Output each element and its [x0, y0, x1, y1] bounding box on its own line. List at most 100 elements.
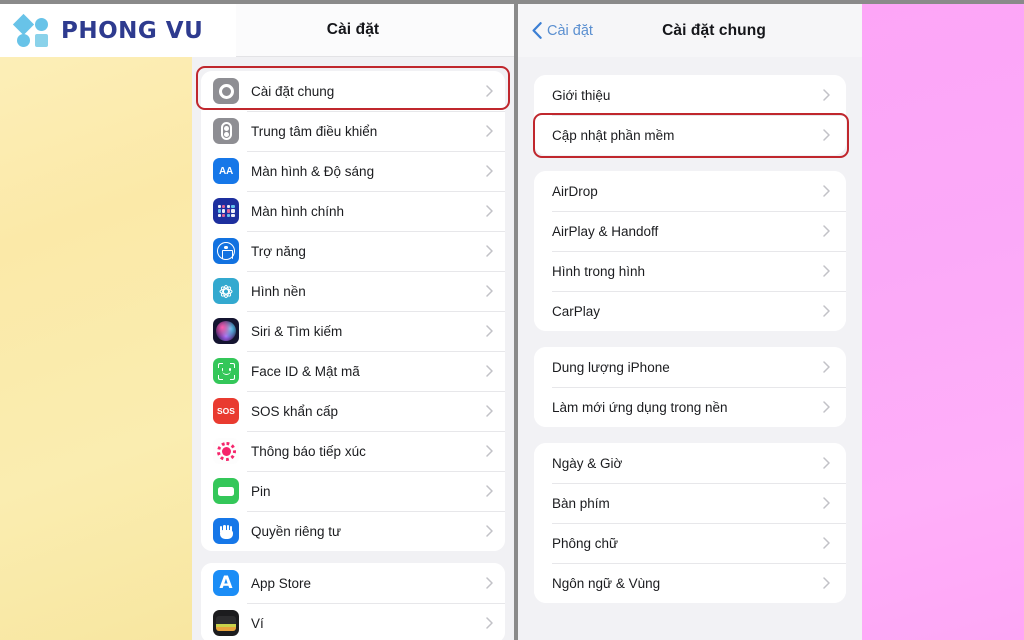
chevron-right-icon [486, 205, 493, 217]
chevron-right-icon [823, 497, 830, 509]
settings-row-label: Quyền riêng tư [251, 523, 342, 539]
chevron-right-icon [823, 457, 830, 469]
settings-row[interactable]: Phông chữ [534, 523, 846, 563]
settings-row[interactable]: Thông báo tiếp xúc [201, 431, 505, 471]
settings-row[interactable]: Cài đặt chung [201, 71, 505, 111]
settings-row-label: SOS khẩn cấp [251, 403, 339, 419]
settings-row-label: Siri & Tìm kiếm [251, 323, 343, 339]
settings-row[interactable]: A App Store [201, 563, 505, 603]
settings-row[interactable]: Bàn phím [534, 483, 846, 523]
settings-row-label: Ví [251, 615, 264, 631]
settings-row-label: Cập nhật phần mềm [552, 127, 675, 143]
face-id-icon [213, 358, 239, 384]
app-store-icon: A [213, 570, 239, 596]
settings-row[interactable]: Trung tâm điều khiển [201, 111, 505, 151]
settings-row[interactable]: Dung lượng iPhone [534, 347, 846, 387]
chevron-right-icon [486, 617, 493, 629]
settings-row[interactable]: Face ID & Mật mã [201, 351, 505, 391]
gear-icon [213, 78, 239, 104]
accessibility-icon [213, 238, 239, 264]
settings-row-label: App Store [251, 575, 312, 591]
brand-logo-card: PHONG VU [0, 4, 236, 57]
sos-icon: SOS [213, 398, 239, 424]
privacy-hand-icon [213, 518, 239, 544]
background-right-pink [862, 0, 1024, 640]
settings-row-label: Cài đặt chung [251, 83, 335, 99]
settings-row[interactable]: AirDrop [534, 171, 846, 211]
settings-row[interactable]: Siri & Tìm kiếm [201, 311, 505, 351]
settings-row-label: AirPlay & Handoff [552, 223, 659, 239]
chevron-right-icon [486, 485, 493, 497]
settings-row[interactable]: Hình nền [201, 271, 505, 311]
chevron-right-icon [823, 129, 830, 141]
settings-row[interactable]: AirPlay & Handoff [534, 211, 846, 251]
general-group-locale: Ngày & Giờ Bàn phím Phông chữ Ngôn ngữ & Vù… [534, 443, 846, 603]
chevron-right-icon [486, 245, 493, 257]
right-navbar: Cài đặt Cài đặt chung [518, 4, 862, 57]
settings-row[interactable]: Làm mới ứng dụng trong nền [534, 387, 846, 427]
settings-group-main: Cài đặt chung Trung tâm điều khiển AA Màn h… [201, 71, 505, 551]
settings-row-label: Giới thiệu [552, 87, 611, 103]
settings-row[interactable]: Ví [201, 603, 505, 640]
settings-row[interactable]: Màn hình chính [201, 191, 505, 231]
settings-row-label: Phông chữ [552, 535, 619, 551]
panel-divider [514, 0, 518, 640]
siri-icon [213, 318, 239, 344]
settings-row-label: CarPlay [552, 303, 601, 319]
settings-row[interactable]: Trợ năng [201, 231, 505, 271]
settings-row-label: Màn hình & Độ sáng [251, 163, 375, 179]
settings-list-panel: Cài đặt Cài đặt chung Trung tâm điều khiể… [192, 4, 514, 640]
general-group-about: Giới thiệu Cập nhật phần mềm [534, 75, 846, 155]
chevron-right-icon [823, 89, 830, 101]
settings-row-label: Face ID & Mật mã [251, 363, 360, 379]
chevron-right-icon [486, 325, 493, 337]
settings-row[interactable]: CarPlay [534, 291, 846, 331]
general-group-sharing: AirDrop AirPlay & Handoff Hình trong hình C… [534, 171, 846, 331]
right-scroll-area[interactable]: Giới thiệu Cập nhật phần mềm AirDrop AirPl… [518, 75, 862, 603]
chevron-right-icon [486, 85, 493, 97]
settings-row-label: Thông báo tiếp xúc [251, 443, 366, 459]
chevron-right-icon [486, 125, 493, 137]
wallet-icon [213, 610, 239, 636]
settings-row[interactable]: AA Màn hình & Độ sáng [201, 151, 505, 191]
settings-row[interactable]: Quyền riêng tư [201, 511, 505, 551]
left-navbar: Cài đặt [192, 4, 514, 57]
settings-row[interactable]: Ngày & Giờ [534, 443, 846, 483]
chevron-right-icon [486, 577, 493, 589]
battery-icon [213, 478, 239, 504]
exposure-notification-icon [213, 438, 239, 464]
settings-row[interactable]: Giới thiệu [534, 75, 846, 115]
settings-row-label: Trung tâm điều khiển [251, 123, 378, 139]
chevron-right-icon [823, 361, 830, 373]
wallpaper-icon [213, 278, 239, 304]
settings-row-label: Bàn phím [552, 495, 610, 511]
right-navbar-title: Cài đặt chung [662, 21, 766, 39]
settings-row-label: Hình trong hình [552, 263, 646, 279]
settings-row-label: Ngôn ngữ & Vùng [552, 575, 661, 591]
general-settings-panel: Cài đặt Cài đặt chung Giới thiệu Cập nhật… [518, 4, 862, 640]
chevron-right-icon [486, 165, 493, 177]
left-scroll-area[interactable]: Cài đặt chung Trung tâm điều khiển AA Màn h… [192, 71, 514, 640]
settings-row[interactable]: SOS SOS khẩn cấp [201, 391, 505, 431]
settings-row-label: Pin [251, 483, 271, 499]
settings-row-label: Hình nền [251, 283, 306, 299]
chevron-right-icon [823, 401, 830, 413]
chevron-right-icon [486, 525, 493, 537]
settings-row-label: Dung lượng iPhone [552, 359, 670, 375]
settings-row[interactable]: Cập nhật phần mềm [534, 115, 846, 155]
phong-vu-logo-icon [12, 13, 52, 47]
brand-name: PHONG VU [61, 17, 204, 44]
chevron-right-icon [823, 577, 830, 589]
chevron-right-icon [823, 537, 830, 549]
home-screen-icon [213, 198, 239, 224]
chevron-right-icon [486, 405, 493, 417]
settings-row[interactable]: Ngôn ngữ & Vùng [534, 563, 846, 603]
display-brightness-icon: AA [213, 158, 239, 184]
chevron-left-icon [532, 22, 542, 39]
chevron-right-icon [486, 445, 493, 457]
settings-row[interactable]: Hình trong hình [534, 251, 846, 291]
settings-row[interactable]: Pin [201, 471, 505, 511]
background-left-yellow [0, 0, 192, 640]
chevron-right-icon [486, 285, 493, 297]
settings-group-store: A App Store Ví [201, 563, 505, 640]
